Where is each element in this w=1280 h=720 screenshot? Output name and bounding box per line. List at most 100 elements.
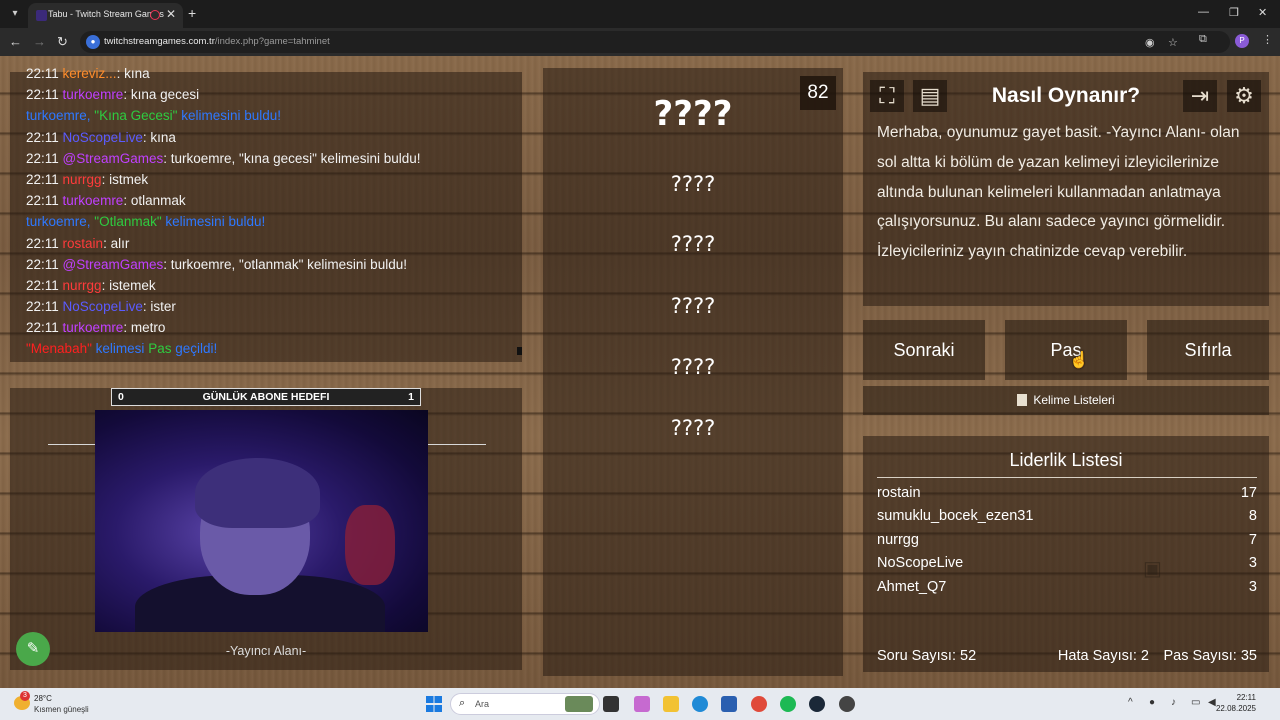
menu-icon[interactable]: ⋮ [1262,33,1273,46]
pass-button[interactable]: Pas [1005,320,1127,380]
window-close-icon[interactable]: ✕ [1258,6,1267,19]
store-icon[interactable] [721,696,737,712]
minimize-icon[interactable]: — [1198,6,1209,18]
chat-pass-line: "Menabah" kelimesi Pas geçildi! [26,341,217,356]
leaderboard-name: nurrgg [877,532,919,548]
chat-user: kereviz... [62,66,117,81]
chat-line: 22:11 turkoemre: kına gecesi [26,87,199,102]
game-page: 22:11 kereviz...: kına 22:11 turkoemre: … [0,56,1280,688]
next-button[interactable]: Sonraki [863,320,985,380]
chat-message: : alır [103,236,130,251]
chat-time: 22:11 [26,193,59,208]
tab-search-button[interactable]: ▾ [6,5,24,23]
forward-icon[interactable]: → [33,34,46,49]
start-windows-icon[interactable] [426,696,442,712]
file-explorer-icon[interactable] [663,696,679,712]
recording-indicator-icon [150,10,160,20]
reload-icon[interactable]: ↻ [57,34,68,50]
leaderboard-score: 8 [1248,508,1257,524]
leaderboard-row: rostain 17 [877,485,1257,507]
leaderboard-row: NoScopeLive 3 [877,555,1257,577]
error-count: Hata Sayısı: 2 [1057,648,1149,664]
address-bar[interactable]: ● twitchstreamgames.com.tr/index.php?gam… [80,31,1230,53]
taskbar: 3 28°C Kısmen güneşli ⌕ Ara ^ ● ♪ ▭ ◀ 22… [0,688,1280,720]
bookmark-star-icon[interactable]: ☆ [1168,36,1178,49]
forbidden-word: ???? [670,355,716,379]
copilot-icon[interactable] [634,696,650,712]
chat-line: 22:11 kereviz...: kına [26,66,150,81]
steam-icon[interactable] [809,696,825,712]
leaderboard-name: NoScopeLive [877,555,964,571]
edge-icon[interactable] [692,696,708,712]
network-icon[interactable]: ▭ [1191,697,1200,708]
leaderboard-panel: Liderlik Listesi rostain 17 sumuklu_bocek… [863,436,1269,672]
profile-avatar[interactable]: P [1235,34,1249,48]
browser-toolbar: ← → ↻ ● twitchstreamgames.com.tr/index.p… [0,28,1280,56]
chat-time: 22:11 [26,87,59,102]
microphone-icon[interactable]: ♪ [1171,697,1176,708]
chat-system-word: "Otlanmak" [94,214,162,229]
chat-user: turkoemre [62,193,124,208]
site-info-icon[interactable]: ● [86,35,100,49]
back-icon[interactable]: ← [9,34,22,49]
app-icon[interactable] [839,696,855,712]
leaderboard-score: 7 [1248,532,1257,548]
url-host: twitchstreamgames.com.tr [104,36,215,47]
word-lists-button[interactable]: Kelime Listeleri [863,386,1269,415]
chat-line: 22:11 NoScopeLive: ister [26,299,176,314]
chat-message: : kına [142,130,176,145]
search-highlight-icon [565,696,593,712]
chat-message: : turkoemre, "kına gecesi" kelimesini bu… [163,151,421,166]
chat-time: 22:11 [26,66,59,81]
search-placeholder: Ara [475,699,490,709]
goal-label: GÜNLÜK ABONE HEDEFI [202,391,330,403]
chrome-icon[interactable] [751,696,767,712]
forbidden-word: ???? [670,232,716,256]
chat-message: : istemek [101,278,156,293]
browser-tab[interactable]: Tabu - Twitch Stream Games ✕ [28,3,183,28]
restore-icon[interactable]: ❐ [1229,6,1239,19]
chat-message: : kına [116,66,150,81]
chat-system-word: "Kına Gecesi" [94,108,178,123]
spotify-icon[interactable] [780,696,796,712]
chat-scrollbar[interactable] [517,347,522,355]
leaderboard-row: Ahmet_Q7 3 [877,579,1257,601]
chat-line: 22:11 turkoemre: otlanmak [26,193,186,208]
tab-close-icon[interactable]: ✕ [166,7,176,21]
subscriber-goal-bar: 0 GÜNLÜK ABONE HEDEFI 1 [111,388,421,406]
eye-off-icon[interactable]: ◉ [1145,36,1155,49]
chat-pass-text: kelimesi [95,341,145,356]
logout-icon[interactable]: ⇥ [1183,80,1217,112]
chat-time: 22:11 [26,320,59,335]
leaderboard-title: Liderlik Listesi [1009,450,1123,470]
tray-chevron-icon[interactable]: ^ [1128,697,1133,708]
search-icon: ⌕ [459,697,466,709]
chat-user: turkoemre [62,320,124,335]
reset-button[interactable]: Sıfırla [1147,320,1269,380]
clock-time[interactable]: 22:11 [1237,693,1256,702]
settings-gear-icon[interactable]: ⚙ [1227,80,1261,112]
new-tab-icon[interactable]: + [188,5,196,21]
how-to-play-panel: ⛶ ▤ Nasıl Oynanır? ⇥ ⚙ Merhaba, oyunumuz… [863,72,1269,306]
extensions-icon[interactable]: ⧉ [1199,33,1207,46]
volume-icon[interactable]: ◀ [1208,697,1216,708]
forbidden-word: ???? [670,172,716,196]
chat-time: 22:11 [26,257,59,272]
chat-user: nurrgg [62,172,102,187]
chat-time: 22:11 [26,151,59,166]
tray-app-icon[interactable]: ● [1149,697,1155,708]
tab-favicon-icon [36,10,47,21]
chat-message: : otlanmak [123,193,186,208]
target-word: ???? [653,94,733,134]
task-view-icon[interactable] [603,696,619,712]
watermark-logo: ▣ [1143,558,1162,580]
chat-line: 22:11 nurrgg: istmek [26,172,148,187]
edit-pencil-button[interactable]: ✎ [16,632,50,666]
url-text: twitchstreamgames.com.tr/index.php?game=… [104,36,330,47]
chat-line: 22:11 @StreamGames: turkoemre, "kına gec… [26,151,420,166]
leaderboard-score: 17 [1240,485,1257,501]
clock-date[interactable]: 22.08.2025 [1216,704,1256,713]
chat-line: 22:11 NoScopeLive: kına [26,130,176,145]
leaderboard-score: 3 [1248,579,1257,595]
weather-temp: 28°C [34,694,52,703]
